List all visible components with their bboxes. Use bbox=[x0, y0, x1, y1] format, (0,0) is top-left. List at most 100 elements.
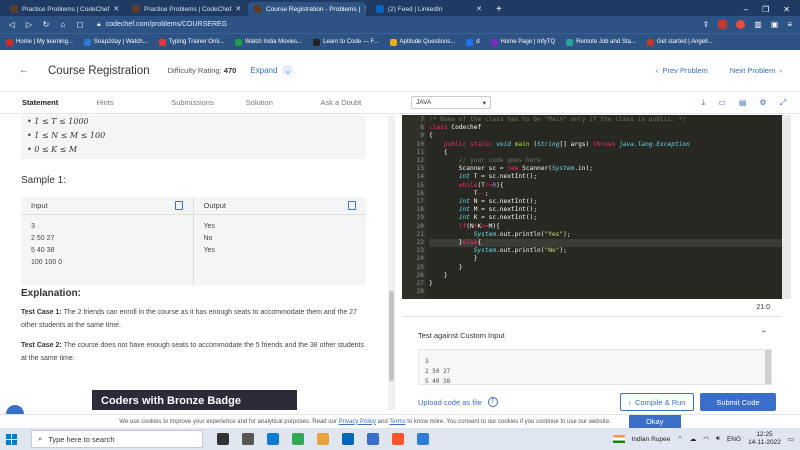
bookmark-item[interactable]: Remote Job and Sta... bbox=[566, 38, 636, 46]
tab-ask-a-doubt[interactable]: Ask a Doubt bbox=[320, 92, 395, 114]
taskbar-app-icon[interactable] bbox=[392, 433, 404, 445]
code-line[interactable]: } bbox=[429, 264, 463, 272]
tab-statement[interactable]: Statement bbox=[22, 92, 97, 114]
code-line[interactable]: }else{ bbox=[429, 239, 782, 248]
code-line[interactable]: System.out.println("Yes"); bbox=[429, 231, 571, 239]
close-window-icon[interactable]: ✕ bbox=[783, 5, 790, 14]
statement-scrollbar[interactable] bbox=[388, 115, 395, 410]
bookmark-item[interactable]: d bbox=[466, 38, 480, 46]
volume-icon[interactable]: 🔊︎ bbox=[716, 435, 720, 443]
language-select[interactable]: JAVA ▾ bbox=[411, 96, 491, 109]
bronze-badge-banner[interactable]: Coders with Bronze Badge bbox=[92, 390, 297, 410]
taskbar-search-input[interactable]: ⌕ Type here to search bbox=[31, 430, 203, 448]
code-line[interactable]: } bbox=[429, 280, 433, 288]
code-line[interactable]: class Codechef bbox=[429, 124, 481, 132]
reload-icon[interactable]: ↻ bbox=[42, 20, 50, 29]
clock[interactable]: 12:25 14-11-2022 bbox=[748, 431, 781, 447]
code-line[interactable]: System.out.println("No"); bbox=[429, 247, 567, 255]
bookmark-item[interactable]: Watch India Movies... bbox=[234, 38, 302, 46]
code-line[interactable]: } bbox=[429, 255, 478, 263]
code-line[interactable]: public static void main (String[] args) … bbox=[429, 141, 690, 149]
privacy-policy-link[interactable]: Privacy Policy bbox=[339, 419, 376, 425]
editor-scrollbar[interactable] bbox=[782, 115, 791, 299]
taskbar-app-icon[interactable] bbox=[342, 433, 354, 445]
windows-start-icon[interactable] bbox=[6, 433, 17, 445]
code-line[interactable]: // your code goes here bbox=[429, 157, 541, 165]
comment-icon[interactable]: ▭ bbox=[718, 98, 726, 108]
input-language[interactable]: ENG bbox=[727, 436, 741, 443]
share-icon[interactable]: ⇪ bbox=[703, 20, 710, 29]
download-icon[interactable]: ⤓ bbox=[702, 98, 706, 108]
close-tab-icon[interactable]: ✕ bbox=[364, 5, 366, 13]
taskbar-app-icon[interactable] bbox=[217, 433, 229, 445]
submit-code-button[interactable]: Submit Code bbox=[700, 393, 776, 411]
rewards-icon[interactable] bbox=[736, 20, 746, 29]
sidebar-icon[interactable]: ▥ bbox=[754, 20, 762, 29]
chevron-up-icon[interactable]: ⌃ bbox=[760, 329, 768, 340]
expand-button[interactable]: Expand ⌄ bbox=[250, 65, 294, 76]
wallet-icon[interactable]: ▣ bbox=[771, 20, 779, 29]
bookmark-item[interactable]: Aptitude Questions... bbox=[389, 38, 455, 46]
bookmark-item[interactable]: Get started | Angell... bbox=[646, 38, 713, 46]
browser-tab[interactable]: Practice Problems | CodeChef ✕ bbox=[4, 2, 122, 16]
terms-link[interactable]: Terms bbox=[389, 419, 405, 425]
code-line[interactable]: { bbox=[429, 132, 433, 140]
close-tab-icon[interactable]: ✕ bbox=[113, 5, 119, 13]
code-line[interactable]: int T = sc.nextInt(); bbox=[429, 173, 537, 181]
code-line[interactable]: { bbox=[429, 149, 448, 157]
code-line[interactable]: T--; bbox=[429, 190, 489, 198]
brave-shield-icon[interactable] bbox=[718, 20, 728, 29]
bookmark-item[interactable]: Learn to Code — F... bbox=[313, 38, 379, 46]
next-problem-link[interactable]: Next Problem › bbox=[730, 66, 782, 75]
copy-output-icon[interactable] bbox=[348, 201, 356, 210]
bookmark-item[interactable]: Home | My learning... bbox=[6, 38, 73, 46]
scrollbar-thumb[interactable] bbox=[389, 291, 394, 381]
home-icon[interactable]: ⌂ bbox=[59, 20, 67, 29]
bookmark-item[interactable]: Home Page | InfyTQ bbox=[490, 38, 555, 46]
code-line[interactable]: /* Name of the class has to be "Main" on… bbox=[429, 116, 686, 124]
bookmark-item[interactable]: Typing Trainer Onli... bbox=[158, 38, 224, 46]
tab-solution[interactable]: Solution bbox=[246, 92, 321, 114]
taskbar-app-icon[interactable] bbox=[267, 433, 279, 445]
compile-run-button[interactable]: › Compile & Run bbox=[620, 393, 694, 411]
prev-problem-link[interactable]: ‹ Prev Problem bbox=[656, 66, 708, 75]
code-line[interactable]: } bbox=[429, 272, 448, 280]
copy-input-icon[interactable] bbox=[174, 201, 183, 210]
code-line[interactable]: int K = sc.nextInt(); bbox=[429, 214, 537, 222]
close-tab-icon[interactable]: ✕ bbox=[235, 5, 241, 13]
code-line[interactable]: int N = sc.nextInt(); bbox=[429, 198, 537, 206]
fullscreen-icon[interactable]: ⤢ bbox=[780, 98, 786, 108]
bookmark-icon[interactable]: ◻ bbox=[76, 20, 84, 29]
forward-icon[interactable]: ▷ bbox=[25, 20, 33, 29]
custom-input-scrollbar[interactable] bbox=[765, 350, 771, 384]
back-arrow-icon[interactable]: ← bbox=[18, 65, 30, 77]
taskbar-app-icon[interactable] bbox=[317, 433, 329, 445]
browser-tab[interactable]: Course Registration - Problems |✕ bbox=[248, 2, 366, 16]
maximize-icon[interactable]: ❐ bbox=[762, 5, 769, 14]
back-icon[interactable]: ◁ bbox=[8, 20, 16, 29]
close-tab-icon[interactable]: ✕ bbox=[476, 5, 482, 13]
minimize-icon[interactable]: – bbox=[744, 5, 748, 14]
url-input[interactable]: 🔒︎ codechef.com/problems/COURSEREG bbox=[93, 19, 694, 31]
code-line[interactable]: while(T!=0){ bbox=[429, 182, 504, 190]
code-editor[interactable]: 7 /* Name of the class has to be "Main" o… bbox=[402, 115, 782, 299]
taskbar-app-icon[interactable] bbox=[242, 433, 254, 445]
network-icon[interactable]: ☁ bbox=[690, 435, 697, 443]
tab-hints[interactable]: Hints bbox=[97, 92, 172, 114]
browser-tab[interactable]: (2) Feed | LinkedIn ✕ bbox=[370, 2, 488, 16]
settings-gear-icon[interactable]: ⚙ bbox=[759, 98, 766, 108]
chevron-up-tray-icon[interactable]: ⌃ bbox=[677, 435, 682, 443]
browser-tab[interactable]: Practice Problems | CodeChef ✕ bbox=[126, 2, 244, 16]
bookmark-item[interactable]: Soap2day | Watch... bbox=[83, 38, 148, 46]
taskbar-app-icon[interactable] bbox=[292, 433, 304, 445]
new-tab-button[interactable]: + bbox=[496, 2, 502, 16]
save-icon[interactable]: ▤ bbox=[739, 98, 747, 108]
notifications-icon[interactable]: ▭ bbox=[788, 435, 794, 443]
cookie-okay-button[interactable]: Okay bbox=[628, 415, 681, 428]
custom-input-field[interactable]: 3 2 50 27 5 40 38 bbox=[418, 349, 772, 385]
wifi-icon[interactable]: ◠ bbox=[703, 435, 709, 443]
taskbar-app-icon[interactable] bbox=[367, 433, 379, 445]
code-line[interactable]: if(N+K<=M){ bbox=[429, 223, 500, 231]
taskbar-app-icon[interactable] bbox=[417, 433, 429, 445]
currency-widget[interactable]: Indian Rupee bbox=[632, 436, 671, 443]
